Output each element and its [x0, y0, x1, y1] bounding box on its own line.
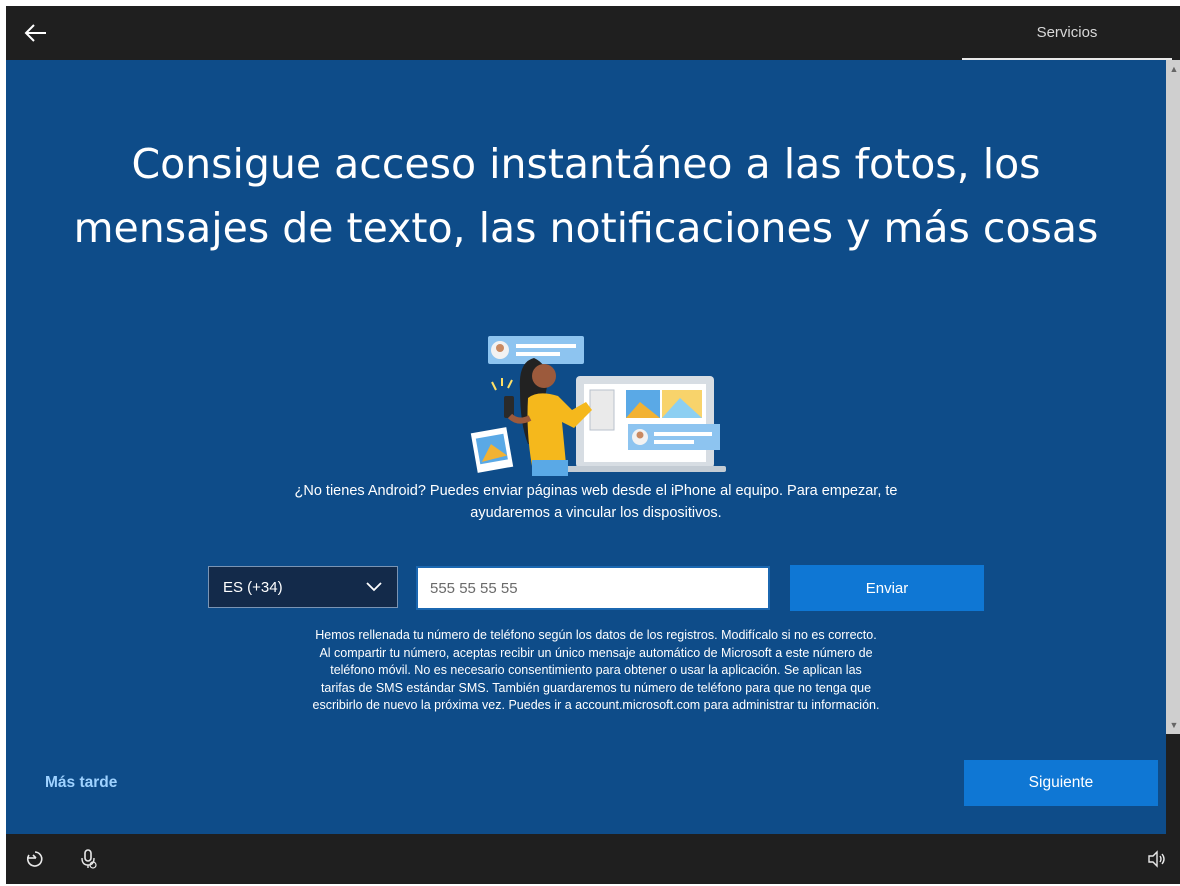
- section-tab-services: Servicios: [962, 6, 1172, 60]
- microphone-icon: [81, 849, 97, 869]
- legal-line: escribirlo de nuevo la próxima vez. Pued…: [312, 698, 880, 712]
- back-button[interactable]: [22, 20, 50, 46]
- description-line-1: ¿No tienes Android? Puedes enviar página…: [294, 483, 898, 499]
- phone-link-illustration: [470, 336, 726, 476]
- main-panel: Consigue acceso instantáneo a las fotos,…: [6, 60, 1166, 834]
- ease-of-access-icon: [26, 851, 43, 867]
- legal-line: tarifas de SMS estándar SMS. También gua…: [320, 680, 872, 695]
- back-arrow-icon: [24, 24, 46, 42]
- legal-line: Hemos rellenada tu número de teléfono se…: [315, 628, 877, 642]
- bottom-bar: [6, 834, 1180, 884]
- volume-icon: [1148, 850, 1165, 868]
- accessibility-button[interactable]: [24, 848, 46, 870]
- later-link[interactable]: Más tarde: [45, 774, 117, 792]
- top-bar: Servicios: [6, 6, 1180, 60]
- legal-line: teléfono móvil. No es necesario consenti…: [330, 663, 862, 677]
- description: ¿No tienes Android? Puedes enviar página…: [196, 480, 996, 524]
- section-tab-label: Servicios: [1036, 24, 1098, 41]
- send-button[interactable]: Enviar: [790, 565, 984, 611]
- scroll-down-icon[interactable]: ▼: [1166, 718, 1180, 732]
- title-line-2: mensajes de texto, las notificaciones y …: [73, 204, 1099, 252]
- country-code-value: ES (+34): [223, 579, 283, 596]
- scrollbar[interactable]: ▲ ▼: [1166, 60, 1180, 734]
- microphone-button[interactable]: [78, 848, 100, 870]
- title-line-1: Consigue acceso instantáneo a las fotos,…: [131, 140, 1041, 188]
- page-title: Consigue acceso instantáneo a las fotos,…: [26, 132, 1146, 260]
- legal-notice: Hemos rellenada tu número de teléfono se…: [236, 627, 956, 715]
- next-button[interactable]: Siguiente: [964, 760, 1158, 806]
- phone-number-input[interactable]: [416, 566, 770, 610]
- legal-line: Al compartir tu número, aceptas recibir …: [319, 645, 873, 660]
- volume-button[interactable]: [1146, 848, 1168, 870]
- scroll-up-icon[interactable]: ▲: [1166, 62, 1180, 76]
- country-code-select[interactable]: ES (+34): [208, 566, 398, 608]
- description-line-2: ayudaremos a vincular los dispositivos.: [470, 505, 722, 521]
- chevron-down-icon: [366, 582, 382, 592]
